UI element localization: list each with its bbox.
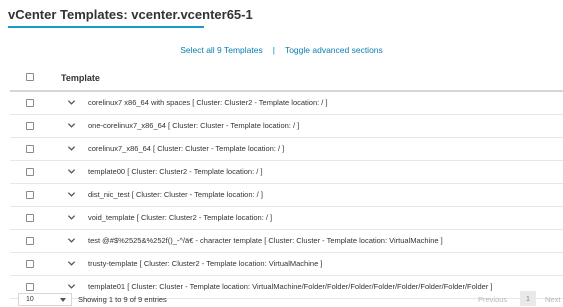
template-name: void_template [ Cluster: Cluster2 - Temp…: [88, 213, 273, 222]
previous-page-button[interactable]: Previous: [478, 295, 507, 304]
template-name: corelinux7_x86_64 [ Cluster: Cluster - T…: [88, 144, 285, 153]
table-row: one-corelinux7_x86_64 [ Cluster: Cluster…: [10, 115, 563, 138]
table-row: trusty-template [ Cluster: Cluster2 - Te…: [10, 253, 563, 276]
row-checkbox[interactable]: [26, 145, 34, 153]
page-1-button[interactable]: 1: [520, 291, 536, 306]
table-actions: Select all 9 Templates | Toggle advanced s…: [0, 45, 563, 55]
table-row: corelinux7_x86_64 [ Cluster: Cluster - T…: [10, 138, 563, 161]
page-size-value: 10: [26, 296, 34, 303]
template-name: corelinux7 x86_64 with spaces [ Cluster:…: [88, 98, 328, 107]
table-row: corelinux7 x86_64 with spaces [ Cluster:…: [10, 92, 563, 115]
chevron-down-icon[interactable]: [67, 167, 76, 176]
select-all-checkbox[interactable]: [26, 73, 34, 81]
chevron-down-icon[interactable]: [67, 213, 76, 222]
column-header-template[interactable]: Template: [61, 73, 100, 83]
chevron-down-icon[interactable]: [67, 236, 76, 245]
template-name: dist_nic_test [ Cluster: Cluster - Templ…: [88, 190, 263, 199]
row-checkbox[interactable]: [26, 214, 34, 222]
page-title: vCenter Templates: vcenter.vcenter65-1: [8, 7, 253, 22]
caret-down-icon: [60, 298, 66, 302]
chevron-down-icon[interactable]: [67, 144, 76, 153]
row-checkbox[interactable]: [26, 260, 34, 268]
row-checkbox[interactable]: [26, 237, 34, 245]
table-row: test @#$%2525&%252f()_-^/ä€ - character …: [10, 230, 563, 253]
template-name: template00 [ Cluster: Cluster2 - Templat…: [88, 167, 263, 176]
next-page-button[interactable]: Next: [545, 295, 560, 304]
table-footer: 10 Showing 1 to 9 of 9 entries Previous …: [0, 291, 563, 307]
link-separator: |: [272, 45, 275, 55]
template-name: trusty-template [ Cluster: Cluster2 - Te…: [88, 259, 323, 268]
templates-table: Template corelinux7 x86_64 with spaces […: [10, 64, 563, 299]
template-name: test @#$%2525&%252f()_-^/ä€ - character …: [88, 236, 443, 245]
template-name: template01 [ Cluster: Cluster - Template…: [88, 282, 493, 291]
row-checkbox[interactable]: [26, 191, 34, 199]
table-header: Template: [10, 64, 563, 92]
row-checkbox[interactable]: [26, 283, 34, 291]
template-name: one-corelinux7_x86_64 [ Cluster: Cluster…: [88, 121, 300, 130]
toggle-advanced-link[interactable]: Toggle advanced sections: [285, 45, 383, 55]
chevron-down-icon[interactable]: [67, 282, 76, 291]
title-underline: [8, 26, 204, 28]
table-row: dist_nic_test [ Cluster: Cluster - Templ…: [10, 184, 563, 207]
chevron-down-icon[interactable]: [67, 259, 76, 268]
page-size-select[interactable]: 10: [18, 293, 72, 306]
table-row: void_template [ Cluster: Cluster2 - Temp…: [10, 207, 563, 230]
row-checkbox[interactable]: [26, 99, 34, 107]
chevron-down-icon[interactable]: [67, 98, 76, 107]
row-checkbox[interactable]: [26, 122, 34, 130]
select-all-link[interactable]: Select all 9 Templates: [180, 45, 263, 55]
chevron-down-icon[interactable]: [67, 121, 76, 130]
table-row: template00 [ Cluster: Cluster2 - Templat…: [10, 161, 563, 184]
chevron-down-icon[interactable]: [67, 190, 76, 199]
row-checkbox[interactable]: [26, 168, 34, 176]
entries-info: Showing 1 to 9 of 9 entries: [78, 295, 167, 304]
